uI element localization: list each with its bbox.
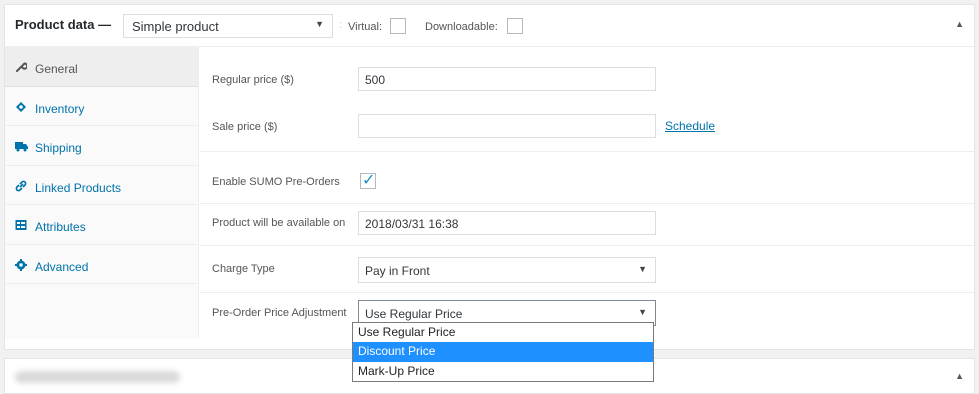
virtual-label: Virtual: [348,21,383,33]
tab-advanced-label: Advanced [35,259,89,274]
price-adjustment-label: Pre-Order Price Adjustment [212,307,347,319]
tab-linked-products-label: Linked Products [35,180,122,195]
tab-inventory-label: Inventory [35,101,85,116]
sale-price-input[interactable] [358,114,656,138]
charge-type-label: Charge Type [212,263,275,275]
regular-price-label: Regular price ($) [212,74,294,86]
available-on-input[interactable]: 2018/03/31 16:38 [358,211,656,235]
row-divider [200,203,974,204]
downloadable-checkbox[interactable] [507,18,523,34]
enable-preorders-label: Enable SUMO Pre-Orders [212,176,340,188]
dropdown-option-highlighted[interactable]: Discount Price [353,342,653,362]
chevron-down-icon: ▼ [638,307,647,317]
downloadable-label: Downloadable: [425,21,498,33]
gear-icon [14,258,28,273]
collapse-arrow-up-icon[interactable]: ▲ [955,19,964,29]
wrench-icon [14,61,29,75]
virtual-checkbox[interactable] [390,18,406,34]
tab-attributes-label: Attributes [35,220,86,234]
attributes-icon [14,219,28,233]
inventory-icon [14,101,28,115]
available-on-label: Product will be available on [212,217,346,229]
enable-preorders-checkbox[interactable]: ✓ [360,172,376,189]
checkmark-icon: ✓ [362,172,376,189]
product-data-tabs: General Inventory Shipping Linked Produc… [5,47,199,339]
tab-linked-products[interactable]: Linked Products [5,166,198,205]
tab-general-label: General [35,62,78,76]
product-type-select[interactable]: Simple product ▼ [123,14,333,38]
schedule-link[interactable]: Schedule [665,119,715,133]
tab-shipping[interactable]: Shipping [5,126,198,166]
charge-type-value: Pay in Front [365,264,430,278]
price-adjustment-dropdown: Use Regular Price Discount Price Mark-Up… [352,322,654,382]
tab-advanced[interactable]: Advanced [5,245,198,284]
general-panel: Regular price ($) 500 Sale price ($) Sch… [200,47,974,339]
price-adjustment-value: Use Regular Price [365,307,463,321]
tab-attributes[interactable]: Attributes [5,205,198,245]
product-data-title: Product data — [15,17,112,32]
chevron-down-icon: ▼ [638,264,647,274]
dropdown-option[interactable]: Mark-Up Price [353,362,653,381]
tab-shipping-label: Shipping [35,141,82,155]
dropdown-option[interactable]: Use Regular Price [353,323,653,342]
tab-inventory[interactable]: Inventory [5,87,198,126]
row-divider [200,245,974,246]
blurred-title [15,371,180,383]
chevron-down-icon: ▼ [315,19,324,29]
sale-price-label: Sale price ($) [212,121,278,133]
link-icon [14,180,28,194]
truck-icon [14,140,28,154]
section-divider [200,151,974,152]
collapse-arrow-up-icon[interactable]: ▲ [955,371,964,381]
row-divider [200,292,974,293]
tab-general[interactable]: General [5,47,198,87]
product-data-header: Product data — Simple product ▼ : Virtua… [5,5,974,47]
header-separator: : [339,19,343,31]
product-data-metabox: Product data — Simple product ▼ : Virtua… [4,4,975,350]
charge-type-select[interactable]: Pay in Front ▼ [358,257,656,283]
regular-price-input[interactable]: 500 [358,67,656,91]
product-type-value: Simple product [132,19,219,34]
